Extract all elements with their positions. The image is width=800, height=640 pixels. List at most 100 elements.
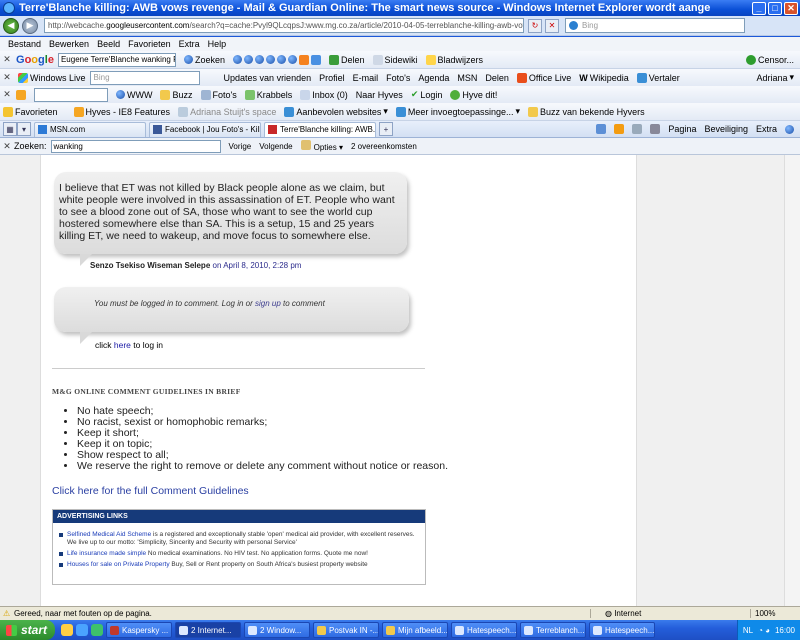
tab-facebook[interactable]: Facebook | Jou Foto's - Kill th...: [149, 121, 261, 137]
back-button[interactable]: ◀: [3, 17, 19, 34]
globe-icon[interactable]: [254, 55, 264, 64]
quick-launch-icon[interactable]: [91, 624, 103, 636]
blogger-icon[interactable]: [298, 54, 309, 65]
hyves-logo-icon[interactable]: [16, 89, 26, 100]
ad-link-medical[interactable]: Selfined Medical Aid Scheme: [67, 531, 151, 538]
live-search-input[interactable]: Bing: [89, 70, 200, 85]
tools-menu[interactable]: Extra: [756, 124, 777, 134]
task-inbox[interactable]: Postvak IN -...: [313, 622, 379, 638]
find-next-button[interactable]: Volgende: [259, 142, 292, 151]
ad-link-insurance[interactable]: Life insurance made simple: [67, 550, 146, 557]
live-link-photos[interactable]: Foto's: [386, 73, 410, 83]
tab-msn[interactable]: MSN.com: [34, 121, 146, 137]
live-link-calendar[interactable]: Agenda: [418, 73, 449, 83]
tab-mg-article[interactable]: Terre'Blanche killing: AWB...✕: [264, 121, 376, 137]
tray-icons[interactable]: ◔ ◕: [758, 626, 770, 635]
globe-icon[interactable]: [276, 55, 286, 64]
hyves-photos-button[interactable]: Foto's: [200, 89, 237, 100]
tab-list-icon[interactable]: ▾: [17, 122, 31, 136]
favorite-item-addons[interactable]: Meer invoegtoepassinge... ▾: [395, 106, 520, 117]
menu-edit[interactable]: Bewerken: [49, 39, 89, 49]
find-previous-button[interactable]: Vorige: [229, 142, 252, 151]
stop-icon[interactable]: ✕: [545, 18, 559, 33]
globe-icon[interactable]: [287, 55, 297, 64]
url-field[interactable]: http://webcache. googleusercontent.com/se…: [44, 18, 524, 33]
live-link-share[interactable]: Delen: [485, 73, 509, 83]
forward-button[interactable]: ▶: [22, 17, 38, 34]
bookmarks-button[interactable]: Bladwijzers: [425, 54, 483, 65]
google-search-input[interactable]: Eugene Terre'Blanche wanking Facebook: [57, 52, 176, 67]
close-find-icon[interactable]: ✕: [0, 141, 14, 152]
favorite-item-hyves-ie8[interactable]: Hyves - IE8 Features: [73, 106, 170, 117]
share-button[interactable]: Delen: [328, 54, 365, 65]
help-icon[interactable]: [785, 124, 794, 134]
favorite-item-adriana-space[interactable]: Adriana Stuijt's space: [178, 106, 276, 117]
sidewiki-button[interactable]: Sidewiki: [372, 54, 418, 65]
maximize-button[interactable]: □: [768, 1, 782, 15]
menu-file[interactable]: Bestand: [8, 39, 41, 49]
hyves-inbox-button[interactable]: Inbox (0): [300, 89, 348, 100]
menu-help[interactable]: Help: [208, 39, 227, 49]
live-link-profile[interactable]: Profiel: [319, 73, 345, 83]
zoom-level[interactable]: 100%: [750, 609, 800, 618]
menu-favorites[interactable]: Favorieten: [128, 39, 171, 49]
comment-author[interactable]: Senzo Tsekiso Wiseman Selepe: [90, 261, 210, 270]
hyves-www-button[interactable]: WWW: [116, 90, 152, 100]
globe-icon[interactable]: [243, 55, 253, 64]
live-user-button[interactable]: Adriana ▾: [756, 72, 794, 83]
translator-link[interactable]: Vertaler: [636, 72, 680, 83]
sign-up-link[interactable]: sign up: [255, 299, 281, 308]
task-windows[interactable]: 2 Window...: [244, 622, 310, 638]
new-tab-icon[interactable]: +: [379, 122, 393, 136]
task-internet-explorer[interactable]: 2 Internet...: [175, 622, 241, 638]
live-link-email[interactable]: E-mail: [353, 73, 379, 83]
minimize-button[interactable]: _: [752, 1, 766, 15]
language-indicator[interactable]: NL: [743, 626, 753, 635]
home-icon[interactable]: [596, 124, 607, 134]
mail-icon[interactable]: [632, 124, 643, 134]
menu-tools[interactable]: Extra: [179, 39, 200, 49]
plus-icon[interactable]: [310, 54, 321, 65]
warning-icon[interactable]: ⚠: [3, 609, 10, 618]
clock[interactable]: 16:00: [775, 626, 795, 635]
find-options-button[interactable]: Opties ▾: [300, 140, 343, 152]
censor-button[interactable]: Censor...: [745, 54, 794, 65]
office-live-link[interactable]: Office Live: [516, 72, 571, 83]
quick-launch-icon[interactable]: [61, 624, 73, 636]
windows-live-brand[interactable]: Windows Live: [18, 72, 86, 83]
globe-icon[interactable]: [265, 55, 275, 64]
quick-launch-icon[interactable]: [76, 624, 88, 636]
print-icon[interactable]: [650, 124, 661, 134]
hyves-share-button[interactable]: Hyve dit!: [450, 89, 497, 100]
ad-link-property[interactable]: Houses for sale on Private Property: [67, 561, 170, 568]
task-hatespeech-2[interactable]: Hatespeech...: [589, 622, 655, 638]
quick-tabs-icon[interactable]: ▦: [3, 122, 17, 136]
start-button[interactable]: start: [0, 620, 55, 640]
hyves-login-button[interactable]: ✔ Login: [411, 89, 443, 100]
vertical-scrollbar[interactable]: [784, 155, 800, 606]
wikipedia-link[interactable]: W Wikipedia: [579, 73, 629, 83]
hyves-buzz-button[interactable]: Buzz: [160, 89, 193, 100]
favorite-item-buzz[interactable]: Buzz van bekende Hyvers: [528, 106, 645, 117]
close-button[interactable]: ✕: [784, 1, 798, 15]
live-link-updates[interactable]: Updates van vrienden: [224, 73, 312, 83]
close-toolbar-icon[interactable]: ✕: [0, 54, 14, 65]
close-toolbar-icon[interactable]: ✕: [0, 89, 14, 100]
page-menu[interactable]: Pagina: [668, 124, 696, 134]
menu-view[interactable]: Beeld: [97, 39, 120, 49]
full-guidelines-link[interactable]: Click here for the full Comment Guidelin…: [52, 485, 249, 497]
google-search-button[interactable]: Zoeken: [183, 55, 225, 65]
live-link-msn[interactable]: MSN: [457, 73, 477, 83]
favorites-button[interactable]: Favorieten: [3, 106, 58, 117]
hyves-search-input[interactable]: [34, 87, 108, 102]
close-toolbar-icon[interactable]: ✕: [0, 72, 14, 83]
safety-menu[interactable]: Beveiliging: [704, 124, 748, 134]
hyves-goto-button[interactable]: Naar Hyves: [356, 90, 403, 100]
task-my-pictures[interactable]: Mijn afbeeld...: [382, 622, 448, 638]
login-here-link[interactable]: here: [114, 340, 131, 350]
task-hatespeech-1[interactable]: Hatespeech...: [451, 622, 517, 638]
find-input[interactable]: wanking: [50, 139, 221, 153]
task-terreblanche[interactable]: Terreblanch...: [520, 622, 586, 638]
favorite-item-recommended[interactable]: Aanbevolen websites ▾: [284, 106, 388, 117]
refresh-icon[interactable]: ↻: [528, 18, 542, 33]
